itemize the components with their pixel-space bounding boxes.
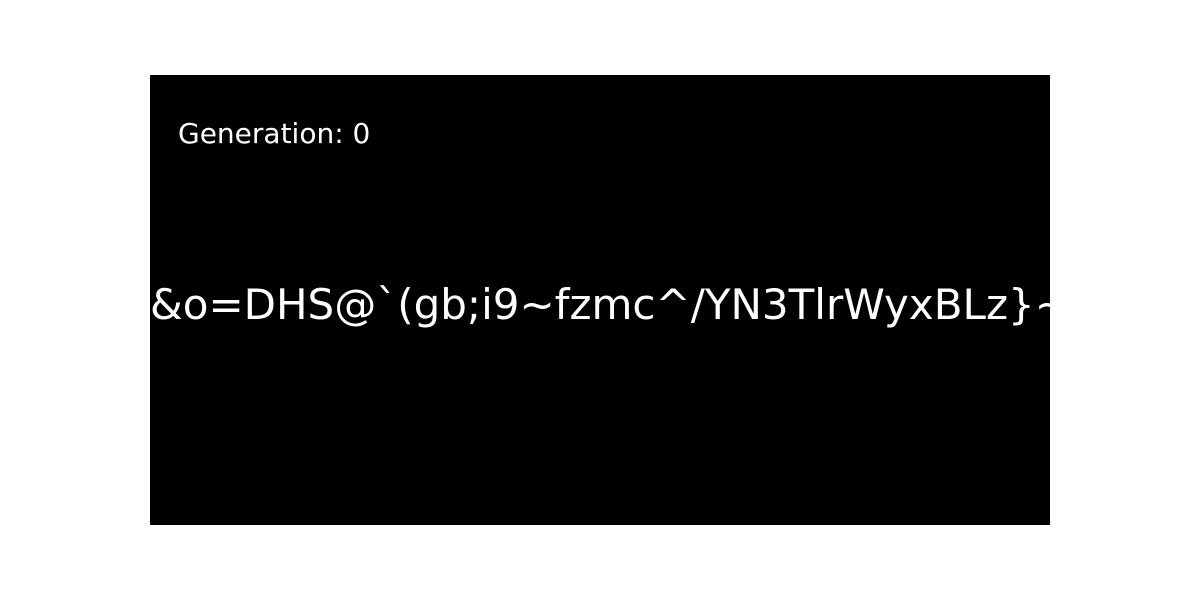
evolving-string: &o=DHS@`(gb;i9~fzmc^/YN3TlrWyxBLz}~8: [150, 280, 1050, 329]
generation-label-prefix: Generation:: [178, 117, 353, 150]
generation-value: 0: [353, 117, 371, 150]
generation-counter: Generation: 0: [178, 117, 370, 150]
display-canvas: Generation: 0 &o=DHS@`(gb;i9~fzmc^/YN3Tl…: [150, 75, 1050, 525]
